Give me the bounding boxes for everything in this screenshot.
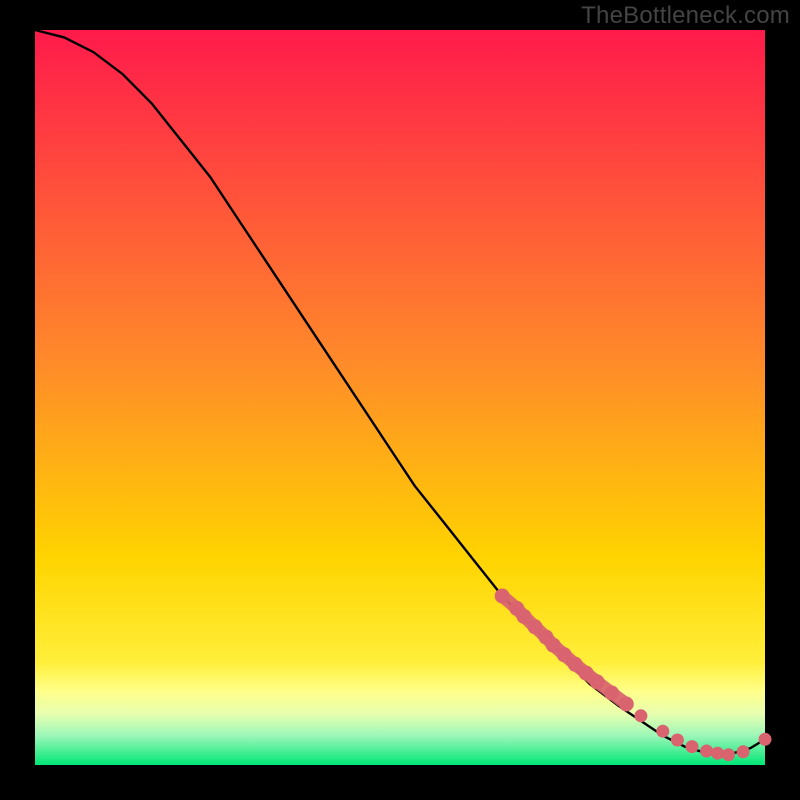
data-point <box>671 734 684 747</box>
data-point <box>686 740 699 753</box>
data-point <box>495 589 510 604</box>
data-point <box>759 733 772 746</box>
data-point <box>711 747 724 760</box>
data-point <box>737 745 750 758</box>
chart-stage: TheBottleneck.com <box>0 0 800 800</box>
data-point <box>590 674 605 689</box>
watermark-text: TheBottleneck.com <box>581 2 790 30</box>
plot-area <box>35 30 765 765</box>
data-point <box>700 745 713 758</box>
data-point <box>656 725 669 738</box>
data-point <box>722 748 735 761</box>
data-point <box>604 686 619 701</box>
data-point <box>619 697 634 712</box>
data-point <box>517 609 532 624</box>
data-point <box>528 619 543 634</box>
data-point <box>634 709 647 722</box>
bottleneck-chart <box>0 0 800 800</box>
